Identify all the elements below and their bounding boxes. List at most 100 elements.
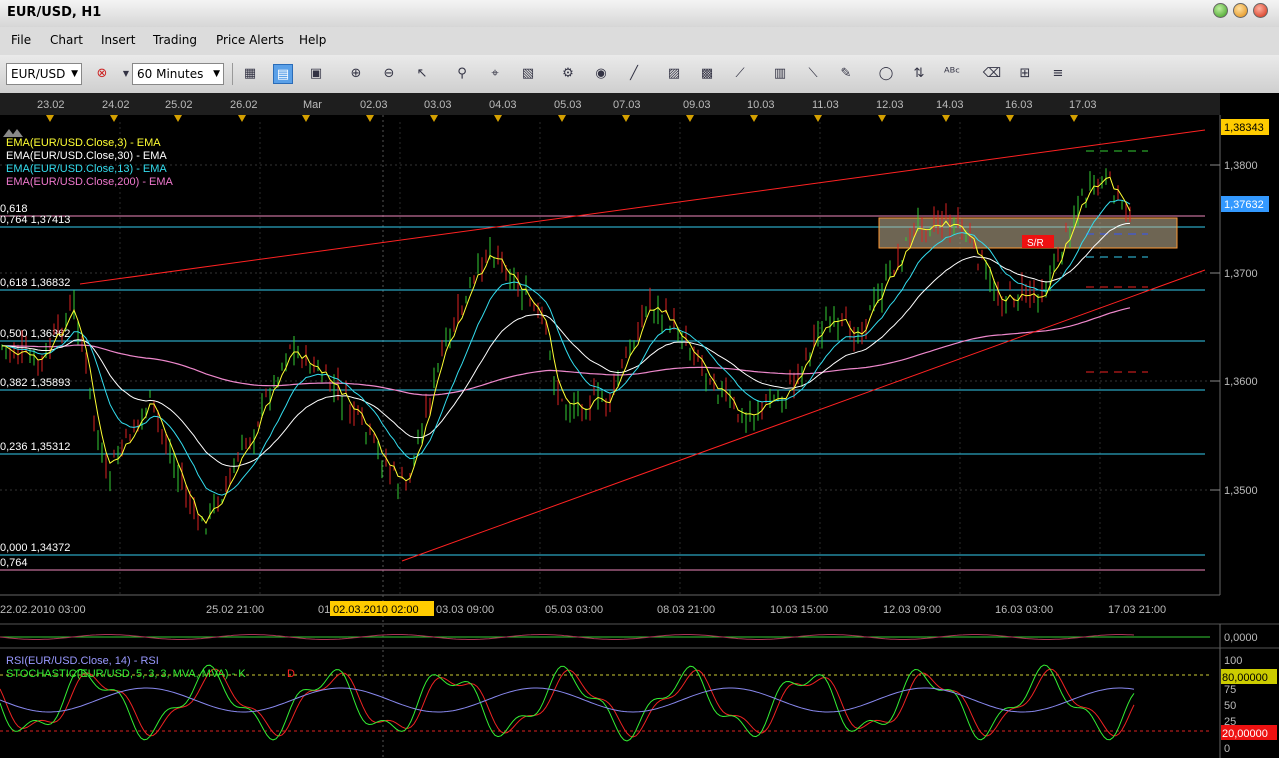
top-date-label: 05.03 bbox=[554, 99, 582, 111]
arrows-icon[interactable]: ⇅ bbox=[909, 64, 929, 84]
time-axis-label: 16.03 03:00 bbox=[995, 604, 1053, 616]
price-scale-background bbox=[1220, 115, 1279, 595]
price-label: 1,3600 bbox=[1224, 376, 1258, 388]
timeframe-value: 60 Minutes bbox=[137, 67, 204, 81]
menu-chart[interactable]: Chart bbox=[50, 33, 83, 47]
objects-icon[interactable]: ▥ bbox=[770, 64, 790, 84]
ruler-icon[interactable]: ╱ bbox=[624, 64, 644, 84]
time-axis-label: 10.03 15:00 bbox=[770, 604, 828, 616]
eraser-icon[interactable]: ⌫ bbox=[982, 64, 1002, 84]
time-axis-label: 08.03 21:00 bbox=[657, 604, 715, 616]
template-icon[interactable]: ▩ bbox=[697, 64, 717, 84]
fib-level-label: 0,764 1,37413 bbox=[0, 214, 70, 226]
chart-background bbox=[0, 93, 1279, 758]
cursor-icon[interactable]: ↖ bbox=[412, 64, 432, 84]
top-date-label: 23.02 bbox=[37, 99, 65, 111]
price-tag-top: 1,38343 bbox=[1224, 122, 1264, 134]
top-date-label: 03.03 bbox=[424, 99, 452, 111]
toolbar: EUR/USD ▼ ⊗ ▼ 60 Minutes ▼ ▦ ▤ ▣ ⊕ ⊖ ↖ ⚲ ⌖ ▧ ⚙ ◉ ╱ ▨… bbox=[0, 55, 1279, 94]
crosshair-icon[interactable]: ⌖ bbox=[485, 64, 505, 84]
text-icon[interactable]: ᴬᴮᶜ bbox=[942, 64, 962, 84]
top-date-label: 10.03 bbox=[747, 99, 775, 111]
crosshair-time-label: 02.03.2010 02:00 bbox=[333, 604, 419, 616]
time-axis-label: 17.03 21:00 bbox=[1108, 604, 1166, 616]
timeframe-select[interactable]: 60 Minutes ▼ bbox=[132, 63, 224, 85]
price-tag-current: 1,37632 bbox=[1224, 199, 1264, 211]
top-date-label: 14.03 bbox=[936, 99, 964, 111]
time-axis-label: 01 bbox=[318, 604, 330, 616]
fib-level-label: 0,382 1,35893 bbox=[0, 377, 70, 389]
properties-icon[interactable]: ⚙ bbox=[558, 64, 578, 84]
stoch-upper-tag: 80,00000 bbox=[1222, 672, 1268, 684]
top-date-label: 26.02 bbox=[230, 99, 258, 111]
menu-trading[interactable]: Trading bbox=[153, 33, 197, 47]
fib-level-label: 0,000 1,34372 bbox=[0, 542, 70, 554]
screenshot-icon[interactable]: ▨ bbox=[664, 64, 684, 84]
magnifier-icon[interactable]: ⚲ bbox=[452, 64, 472, 84]
fib-level-label: 0,500 1,36362 bbox=[0, 328, 70, 340]
menu-help[interactable]: Help bbox=[299, 33, 326, 47]
price-label: 1,3800 bbox=[1224, 160, 1258, 172]
data-window-icon[interactable]: ▧ bbox=[518, 64, 538, 84]
top-date-label: 11.03 bbox=[812, 99, 839, 111]
chart-area[interactable]: 23.02 24.02 25.02 26.02 Mar 02.03 03.03 04.03 05… bbox=[0, 93, 1279, 758]
line-tool-icon[interactable]: ⟋ bbox=[730, 64, 750, 84]
chart-type-icon[interactable]: ▦ bbox=[240, 64, 260, 84]
lower-scale-label: 50 bbox=[1224, 700, 1236, 712]
top-date-label: 24.02 bbox=[102, 99, 130, 111]
top-date-label: 09.03 bbox=[683, 99, 711, 111]
time-axis-label: 03.03 09:00 bbox=[436, 604, 494, 616]
fib-level-label: 0,618 1,36832 bbox=[0, 277, 70, 289]
more-icon[interactable]: ≡ bbox=[1048, 64, 1068, 84]
sr-label: S/R bbox=[1027, 238, 1044, 249]
maximize-button[interactable] bbox=[1233, 3, 1248, 18]
lower-scale-label: 75 bbox=[1224, 684, 1236, 696]
globe-icon[interactable]: ◉ bbox=[591, 64, 611, 84]
pencil-icon[interactable]: ✎ bbox=[836, 64, 856, 84]
legend-entry: EMA(EUR/USD.Close,3) - EMA bbox=[6, 137, 161, 149]
view-icon[interactable]: ▣ bbox=[306, 64, 326, 84]
rsi-legend: RSI(EUR/USD.Close, 14) - RSI bbox=[6, 655, 159, 667]
link-icon[interactable]: ⊗ bbox=[92, 64, 112, 84]
toolbar-separator bbox=[232, 63, 233, 85]
tree-icon[interactable]: ⊞ bbox=[1015, 64, 1035, 84]
menu-file[interactable]: File bbox=[11, 33, 31, 47]
chevron-down-icon: ▼ bbox=[213, 69, 220, 79]
top-date-label: 25.02 bbox=[165, 99, 193, 111]
lower-scale-label: 0 bbox=[1224, 743, 1230, 755]
window-title: EUR/USD, H1 bbox=[7, 5, 102, 20]
time-axis-label: 25.02 21:00 bbox=[206, 604, 264, 616]
top-date-label: 02.03 bbox=[360, 99, 388, 111]
symbol-select[interactable]: EUR/USD ▼ bbox=[6, 63, 82, 85]
stoch-d-legend: D bbox=[287, 668, 295, 680]
fib-level-label: 0,764 bbox=[0, 557, 28, 569]
menu-price-alerts[interactable]: Price Alerts bbox=[216, 33, 284, 47]
legend-entry: EMA(EUR/USD.Close,30) - EMA bbox=[6, 150, 167, 162]
title-bar: EUR/USD, H1 bbox=[0, 0, 1279, 27]
stoch-legend: STOCHASTIC(EUR/USD, 5, 3, 3, MVA, MVA) -… bbox=[6, 668, 246, 680]
zoom-out-icon[interactable]: ⊖ bbox=[379, 64, 399, 84]
top-date-label: 12.03 bbox=[876, 99, 904, 111]
top-date-label: 07.03 bbox=[613, 99, 641, 111]
bar-chart-icon[interactable]: ▤ bbox=[273, 64, 293, 84]
lower-scale-label: 100 bbox=[1224, 655, 1242, 667]
close-button[interactable] bbox=[1253, 3, 1268, 18]
top-date-label: 04.03 bbox=[489, 99, 517, 111]
oscillator-value: 0,0000 bbox=[1224, 632, 1258, 644]
price-scale: 1,3800 1,3700 1,3600 1,3500 1,38343 1,37632 bbox=[1210, 115, 1279, 595]
stoch-lower-tag: 20,00000 bbox=[1222, 728, 1268, 740]
price-label: 1,3700 bbox=[1224, 268, 1258, 280]
chevron-down-icon: ▼ bbox=[71, 69, 78, 79]
top-date-label: Mar bbox=[303, 99, 322, 111]
fib-level-label: 0,236 1,35312 bbox=[0, 441, 70, 453]
menu-insert[interactable]: Insert bbox=[101, 33, 135, 47]
time-axis-label: 12.03 09:00 bbox=[883, 604, 941, 616]
time-axis-label: 05.03 03:00 bbox=[545, 604, 603, 616]
trendline-icon[interactable]: ⟍ bbox=[803, 64, 823, 84]
time-axis-label: 22.02.2010 03:00 bbox=[0, 604, 86, 616]
symbol-value: EUR/USD bbox=[11, 67, 66, 81]
ellipse-icon[interactable]: ◯ bbox=[876, 64, 896, 84]
zoom-in-icon[interactable]: ⊕ bbox=[346, 64, 366, 84]
legend-entry: EMA(EUR/USD.Close,13) - EMA bbox=[6, 163, 167, 175]
minimize-button[interactable] bbox=[1213, 3, 1228, 18]
